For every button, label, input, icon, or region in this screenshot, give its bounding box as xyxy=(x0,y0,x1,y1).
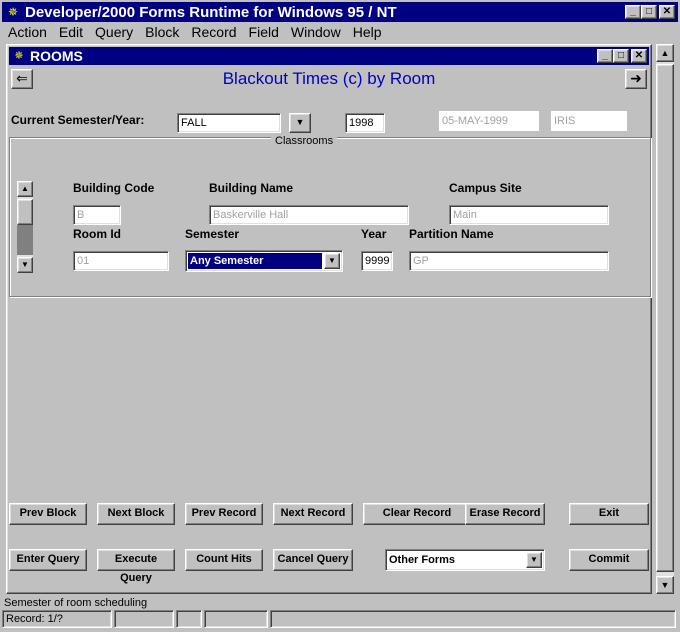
rooms-window-icon[interactable]: ✵ xyxy=(12,49,26,63)
main-scrollbar[interactable]: ▲ ▼ xyxy=(656,44,674,594)
semester-select[interactable]: Any Semester ▼ xyxy=(185,250,343,272)
next-record-button[interactable]: Next Record xyxy=(273,503,353,525)
current-user-display: IRIS xyxy=(551,111,627,131)
semester-list-button[interactable]: ▼ xyxy=(289,113,311,133)
current-semester-field[interactable]: FALL xyxy=(177,113,281,133)
scroll-down-icon[interactable]: ▼ xyxy=(17,257,33,273)
menu-help[interactable]: Help xyxy=(347,24,388,40)
menu-field[interactable]: Field xyxy=(243,24,285,40)
campus-site-label: Campus Site xyxy=(449,181,522,195)
classrooms-caption: Classrooms xyxy=(271,135,338,147)
commit-button[interactable]: Commit xyxy=(569,549,649,571)
status-bar: Record: 1/? xyxy=(2,610,678,628)
scroll-thumb[interactable] xyxy=(17,199,33,225)
scroll-up-icon[interactable]: ▲ xyxy=(17,181,33,197)
app-title: Developer/2000 Forms Runtime for Windows… xyxy=(25,3,397,21)
exit-button[interactable]: Exit xyxy=(569,503,649,525)
back-arrow-icon[interactable]: ⇐ xyxy=(11,69,33,89)
rooms-title-bar: ✵ ROOMS _ □ ✕ xyxy=(9,47,649,65)
rooms-maximize-button[interactable]: □ xyxy=(613,49,629,63)
year-field[interactable]: 9999 xyxy=(361,251,393,271)
other-forms-select[interactable]: Other Forms ▼ xyxy=(385,549,545,571)
status-cell-5 xyxy=(270,610,676,628)
room-id-label: Room Id xyxy=(73,227,121,241)
semester-label: Semester xyxy=(185,227,240,241)
menu-record[interactable]: Record xyxy=(185,24,242,40)
status-cell-2 xyxy=(114,610,174,628)
enter-query-button[interactable]: Enter Query xyxy=(9,549,87,571)
room-id-field[interactable]: 01 xyxy=(73,251,169,271)
cancel-query-button[interactable]: Cancel Query xyxy=(273,549,353,571)
status-cell-3 xyxy=(176,610,202,628)
prev-record-button[interactable]: Prev Record xyxy=(185,503,263,525)
app-maximize-button[interactable]: □ xyxy=(641,5,657,19)
clear-record-button[interactable]: Clear Record xyxy=(363,503,471,525)
status-cell-4 xyxy=(204,610,268,628)
menu-window[interactable]: Window xyxy=(285,24,347,40)
execute-query-button[interactable]: Execute Query xyxy=(97,549,175,584)
menu-action[interactable]: Action xyxy=(2,24,53,40)
building-code-field[interactable]: B xyxy=(73,205,121,225)
scroll-thumb[interactable] xyxy=(656,64,674,572)
menu-block[interactable]: Block xyxy=(139,24,185,40)
scroll-down-icon[interactable]: ▼ xyxy=(656,576,674,594)
scroll-up-icon[interactable]: ▲ xyxy=(656,44,674,62)
semester-selected-value: Any Semester xyxy=(188,253,322,269)
year-label: Year xyxy=(361,227,387,241)
current-date-display: 05-MAY-1999 xyxy=(439,111,539,131)
building-code-label: Building Code xyxy=(73,181,155,195)
forward-arrow-icon[interactable]: ➜ xyxy=(625,69,647,89)
menu-bar: Action Edit Query Block Record Field Win… xyxy=(2,22,678,42)
status-message: Semester of room scheduling xyxy=(4,597,148,609)
form-title: Blackout Times (c) by Room xyxy=(222,69,436,88)
app-title-bar: ✵ Developer/2000 Forms Runtime for Windo… xyxy=(2,2,678,22)
record-indicator: Record: 1/? xyxy=(2,610,112,628)
partition-name-label: Partition Name xyxy=(409,227,494,241)
rooms-close-button[interactable]: ✕ xyxy=(631,49,647,63)
chevron-down-icon[interactable]: ▼ xyxy=(526,552,542,568)
scroll-track[interactable] xyxy=(17,225,33,255)
rooms-window: ✵ ROOMS _ □ ✕ ⇐ Blackout Times (c) by Ro… xyxy=(6,44,652,594)
rooms-minimize-button[interactable]: _ xyxy=(597,49,613,63)
building-name-field[interactable]: Baskerville Hall xyxy=(209,205,409,225)
current-semester-label: Current Semester/Year: xyxy=(11,113,145,127)
count-hits-button[interactable]: Count Hits xyxy=(185,549,263,571)
other-forms-value: Other Forms xyxy=(389,554,456,566)
current-year-field[interactable]: 1998 xyxy=(345,113,385,133)
rooms-title: ROOMS xyxy=(30,48,83,64)
partition-name-field[interactable]: GP xyxy=(409,251,609,271)
building-name-label: Building Name xyxy=(209,181,294,195)
chevron-down-icon[interactable]: ▼ xyxy=(324,253,340,269)
oracle-app-icon[interactable]: ✵ xyxy=(5,4,21,20)
app-close-button[interactable]: ✕ xyxy=(659,5,675,19)
record-scrollbar[interactable]: ▲ ▼ xyxy=(17,181,33,273)
menu-edit[interactable]: Edit xyxy=(53,24,89,40)
prev-block-button[interactable]: Prev Block xyxy=(9,503,87,525)
app-minimize-button[interactable]: _ xyxy=(625,5,641,19)
menu-query[interactable]: Query xyxy=(89,24,139,40)
next-block-button[interactable]: Next Block xyxy=(97,503,175,525)
erase-record-button[interactable]: Erase Record xyxy=(465,503,545,525)
campus-site-field[interactable]: Main xyxy=(449,205,609,225)
